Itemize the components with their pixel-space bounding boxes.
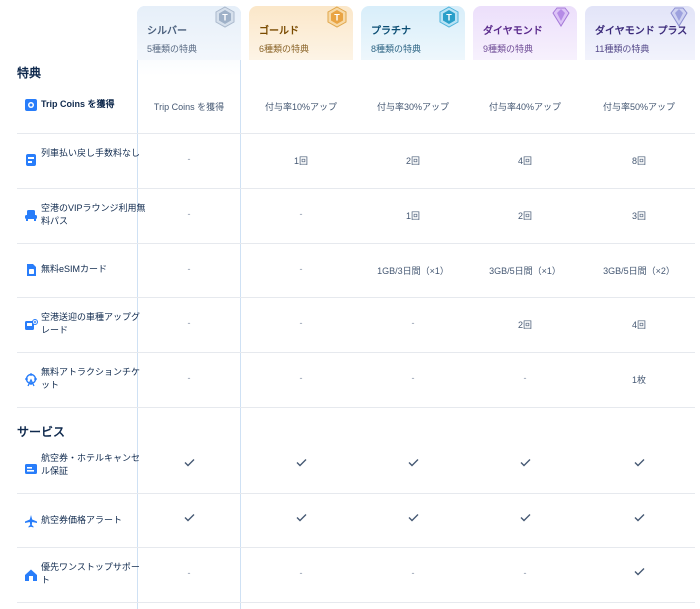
support-house-icon	[25, 569, 37, 581]
platinum-cell: 付与率30%アップ	[376, 102, 449, 112]
silver-cell: -	[187, 154, 191, 164]
gold-cell	[245, 513, 357, 524]
check-icon	[184, 459, 194, 467]
silver-cell: -	[187, 318, 191, 328]
gold-badge-icon: T	[327, 6, 347, 28]
airplane-alert-icon	[25, 515, 37, 528]
platinum-cell	[357, 513, 469, 524]
benefit-label: 空港送迎の車種アップグレード	[41, 312, 141, 335]
section-title-perks: 特典	[17, 66, 42, 80]
gold-cell: -	[299, 373, 303, 383]
gold-cell: 付与率10%アップ	[264, 102, 337, 112]
esim-card-icon	[27, 264, 36, 276]
diamond-plus-cell: 4回	[631, 320, 646, 330]
svg-text:T: T	[222, 13, 228, 23]
svg-text:T: T	[446, 13, 452, 23]
gold-cell: -	[299, 209, 303, 219]
diamond-cell: -	[523, 373, 527, 383]
check-icon	[408, 514, 418, 522]
check-icon	[520, 459, 530, 467]
silver-cell	[133, 458, 245, 469]
check-icon	[634, 514, 644, 522]
tier-benefit-count: 8種類の特典	[371, 44, 422, 54]
diamond-cell: 付与率40%アップ	[488, 102, 561, 112]
check-icon	[184, 514, 194, 522]
trip-coins-icon	[25, 99, 37, 111]
silver-cell: -	[187, 209, 191, 219]
row-divider	[17, 493, 695, 494]
check-icon	[296, 459, 306, 467]
silver-cell: Trip Coins を獲得	[153, 102, 225, 112]
benefit-label: Trip Coins を獲得	[41, 99, 115, 109]
silver-cell	[133, 513, 245, 524]
diamond-plus-cell	[583, 567, 695, 578]
gold-cell	[245, 458, 357, 469]
tier-benefit-count: 5種類の特典	[147, 44, 198, 54]
diamond-plus-cell	[583, 513, 695, 524]
gold-cell: -	[299, 318, 303, 328]
diamond-cell: 3GB/5日間（×1）	[489, 266, 561, 276]
platinum-cell: -	[411, 568, 415, 578]
attraction-ferris-wheel-icon	[25, 373, 37, 387]
platinum-cell: 1GB/3日間（×1）	[377, 266, 449, 276]
platinum-badge-icon: T	[439, 6, 459, 28]
row-divider	[17, 547, 695, 548]
platinum-cell: 2回	[405, 156, 420, 166]
silver-cell: -	[187, 568, 191, 578]
silver-cell: -	[187, 373, 191, 383]
platinum-cell: -	[411, 318, 415, 328]
lounge-seat-icon	[25, 210, 37, 221]
car-upgrade-icon	[25, 319, 38, 330]
diamond-plus-cell: 付与率50%アップ	[602, 102, 675, 112]
check-icon	[634, 459, 644, 467]
silver-badge-icon: T	[215, 6, 235, 28]
row-divider	[17, 407, 695, 408]
row-divider	[17, 243, 695, 244]
diamond-cell: 4回	[517, 156, 532, 166]
benefit-label: 列車払い戻し手数料なし	[41, 148, 141, 158]
train-ticket-icon	[26, 154, 36, 166]
section-title-services: サービス	[17, 425, 66, 439]
benefit-label: 空港のVIPラウンジ利用無料パス	[41, 203, 146, 226]
diamond-plus-cell	[583, 458, 695, 469]
tier-benefit-count: 6種類の特典	[259, 44, 310, 54]
check-icon	[520, 514, 530, 522]
benefit-label: 無料eSIMカード	[41, 264, 108, 274]
diamond-plus-cell: 3GB/5日間（×2）	[603, 266, 675, 276]
diamond-cell	[469, 513, 581, 524]
diamond-badge-icon	[552, 7, 570, 27]
tier-benefit-count: 11種類の特典	[595, 44, 650, 54]
row-divider	[17, 602, 695, 603]
service-label: 航空券・ホテルキャンセル保証	[41, 453, 141, 476]
row-divider	[17, 352, 695, 353]
svg-text:T: T	[334, 13, 340, 23]
check-icon	[408, 459, 418, 467]
row-divider	[17, 133, 695, 134]
silver-cell: -	[187, 264, 191, 274]
tier-benefit-count: 9種類の特典	[483, 44, 534, 54]
gold-cell: -	[299, 568, 303, 578]
cancel-guarantee-icon	[25, 464, 37, 474]
diamond-cell: -	[523, 568, 527, 578]
platinum-cell	[357, 458, 469, 469]
platinum-cell: 1回	[405, 211, 420, 221]
gold-cell: -	[299, 264, 303, 274]
check-icon	[296, 514, 306, 522]
diamond-plus-cell: 3回	[631, 211, 646, 221]
check-icon	[634, 568, 644, 576]
service-label: 優先ワンストップサポート	[41, 562, 140, 585]
diamond-plus-cell: 8回	[631, 156, 646, 166]
benefit-label: 無料アトラクションチケット	[41, 367, 141, 390]
row-divider	[17, 297, 695, 298]
diamond-cell: 2回	[517, 320, 532, 330]
diamond-plus-badge-icon	[670, 7, 688, 27]
platinum-cell: -	[411, 373, 415, 383]
row-divider	[17, 188, 695, 189]
diamond-cell: 2回	[517, 211, 532, 221]
diamond-cell	[469, 458, 581, 469]
gold-cell: 1回	[293, 156, 308, 166]
service-label: 航空券価格アラート	[41, 515, 123, 525]
diamond-plus-cell: 1枚	[631, 375, 646, 385]
